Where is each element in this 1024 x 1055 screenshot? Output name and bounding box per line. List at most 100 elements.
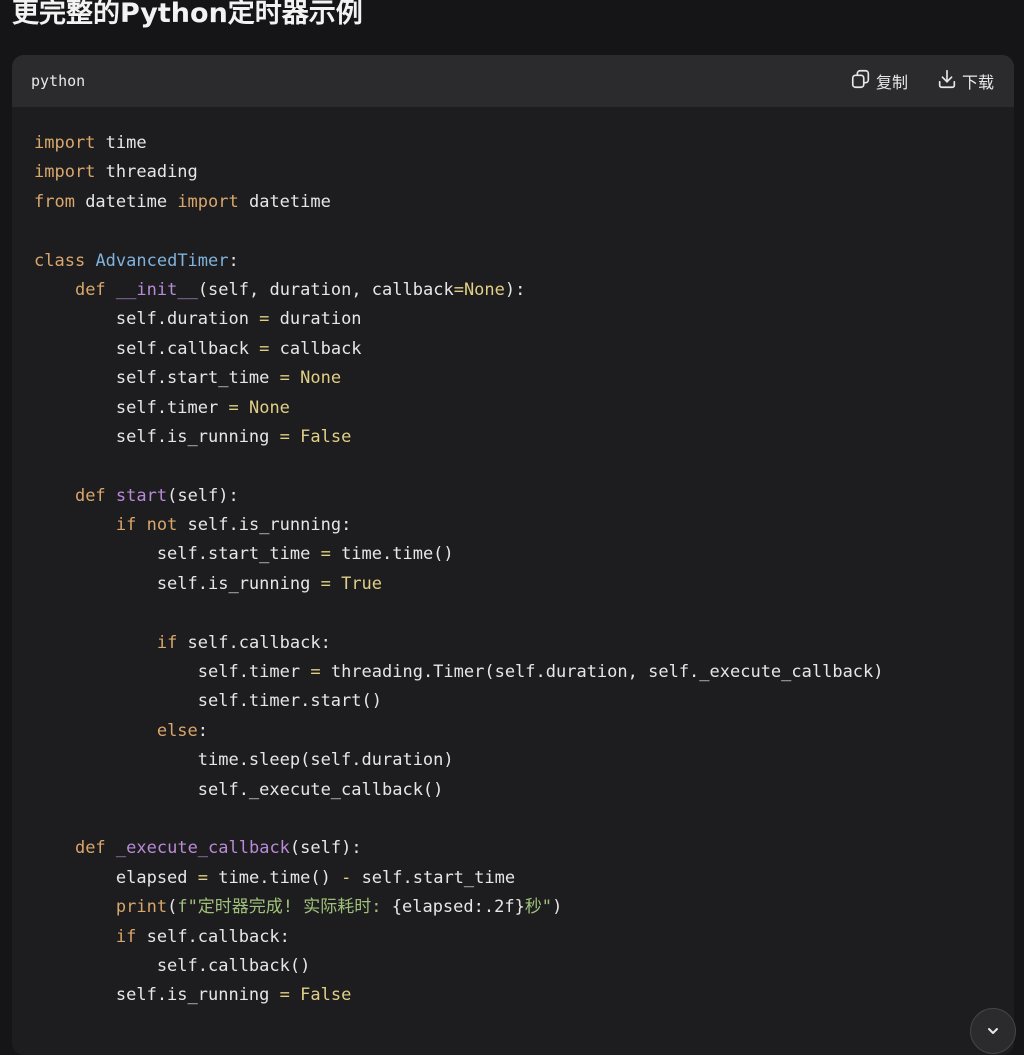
code-token: =: [310, 662, 321, 683]
code-token: self.start_time: [351, 867, 516, 888]
code-line: else:: [34, 717, 1014, 746]
code-line: time.sleep(self.duration): [34, 746, 1014, 775]
code-line: if not self.is_running:: [34, 511, 1014, 540]
code-header: python 复制 下载: [12, 55, 1014, 107]
code-token: def: [74, 838, 106, 859]
code-token: (: [167, 897, 178, 918]
code-line: print(f"定时器完成! 实际耗时: {elapsed:.2f}秒"): [34, 893, 1014, 922]
copy-icon: [850, 68, 872, 94]
code-token: class: [34, 250, 86, 271]
code-line: self._execute_callback(): [34, 776, 1014, 805]
code-token: self.duration: [34, 309, 260, 330]
code-token: self.callback: [34, 338, 260, 359]
code-line: import time: [34, 129, 1014, 158]
code-line: class AdvancedTimer:: [34, 247, 1014, 276]
code-line: def __init__(self, duration, callback=No…: [34, 276, 1014, 305]
code-token: :: [197, 720, 209, 741]
code-token: f"定时器完成! 实际耗时:: [177, 897, 392, 918]
code-token: else: [156, 720, 198, 741]
copy-label: 复制: [875, 73, 908, 92]
copy-button[interactable]: 复制: [850, 68, 908, 94]
code-token: (self):: [289, 838, 362, 859]
code-line: def _execute_callback(self):: [34, 834, 1014, 863]
code-token: =: [279, 368, 290, 389]
code-token: {elapsed:.2f}: [391, 897, 525, 918]
code-line: self.is_running = False: [34, 981, 1014, 1010]
code-token: def: [74, 485, 106, 506]
code-token: start: [115, 485, 168, 506]
code-token: self.timer.start(): [34, 691, 382, 712]
code-token: None: [463, 279, 505, 300]
code-token: :: [228, 250, 239, 271]
code-token: self.timer: [34, 662, 311, 683]
download-label: 下载: [961, 73, 994, 92]
code-token: None: [300, 368, 342, 389]
download-icon: [936, 68, 958, 94]
download-button[interactable]: 下载: [936, 68, 994, 94]
code-line: self.is_running = True: [34, 570, 1014, 599]
code-token: (self, duration, callback: [197, 279, 454, 300]
code-token: self.start_time: [34, 544, 321, 565]
scroll-down-button[interactable]: [970, 1008, 1016, 1054]
code-token: =: [279, 426, 290, 447]
code-token: =: [259, 309, 270, 330]
code-token: import: [34, 162, 96, 183]
code-token: False: [300, 985, 352, 1006]
code-token: if: [115, 926, 137, 947]
code-line: self.timer = threading.Timer(self.durati…: [34, 658, 1014, 687]
code-token: duration: [269, 309, 362, 330]
code-token: =: [320, 544, 331, 565]
code-line: self.callback(): [34, 952, 1014, 981]
code-token: =: [197, 867, 209, 888]
code-token: =: [259, 338, 270, 359]
code-line: from datetime import datetime: [34, 188, 1014, 217]
code-token: self.start_time: [34, 368, 280, 389]
code-token: time.time(): [330, 544, 454, 565]
code-token: (self):: [167, 485, 239, 506]
code-token: =: [453, 279, 464, 300]
code-token: time.time(): [208, 867, 342, 888]
code-line: def start(self):: [34, 482, 1014, 511]
code-line: self.callback = callback: [34, 335, 1014, 364]
code-token: self.callback:: [177, 632, 331, 653]
code-token: -: [341, 867, 352, 888]
chevron-down-icon: [985, 1009, 1001, 1043]
code-token: _execute_callback: [115, 838, 290, 859]
code-token: True: [341, 573, 383, 594]
code-line: self.start_time = None: [34, 364, 1014, 393]
page-title: 更完整的Python定时器示例: [12, 0, 363, 29]
code-token: self.timer: [34, 397, 229, 418]
code-token: threading: [95, 162, 198, 183]
code-token: self.is_running: [34, 426, 280, 447]
code-line: self.start_time = time.time(): [34, 540, 1014, 569]
code-token: print: [115, 897, 168, 918]
code-line: elapsed = time.time() - self.start_time: [34, 864, 1014, 893]
code-token: False: [300, 426, 352, 447]
code-token: self.callback:: [136, 926, 290, 947]
code-token: self.is_running: [34, 985, 280, 1006]
code-token: datetime: [74, 191, 178, 212]
code-token: ):: [504, 279, 526, 300]
code-line: if self.callback:: [34, 629, 1014, 658]
code-token: self.is_running:: [177, 515, 352, 536]
code-token: =: [320, 573, 331, 594]
code-token: self._execute_callback(): [34, 779, 444, 800]
code-actions: 复制 下载: [822, 55, 994, 107]
code-token: __init__: [115, 279, 198, 300]
code-line: self.is_running = False: [34, 423, 1014, 452]
language-label: python: [31, 72, 86, 90]
